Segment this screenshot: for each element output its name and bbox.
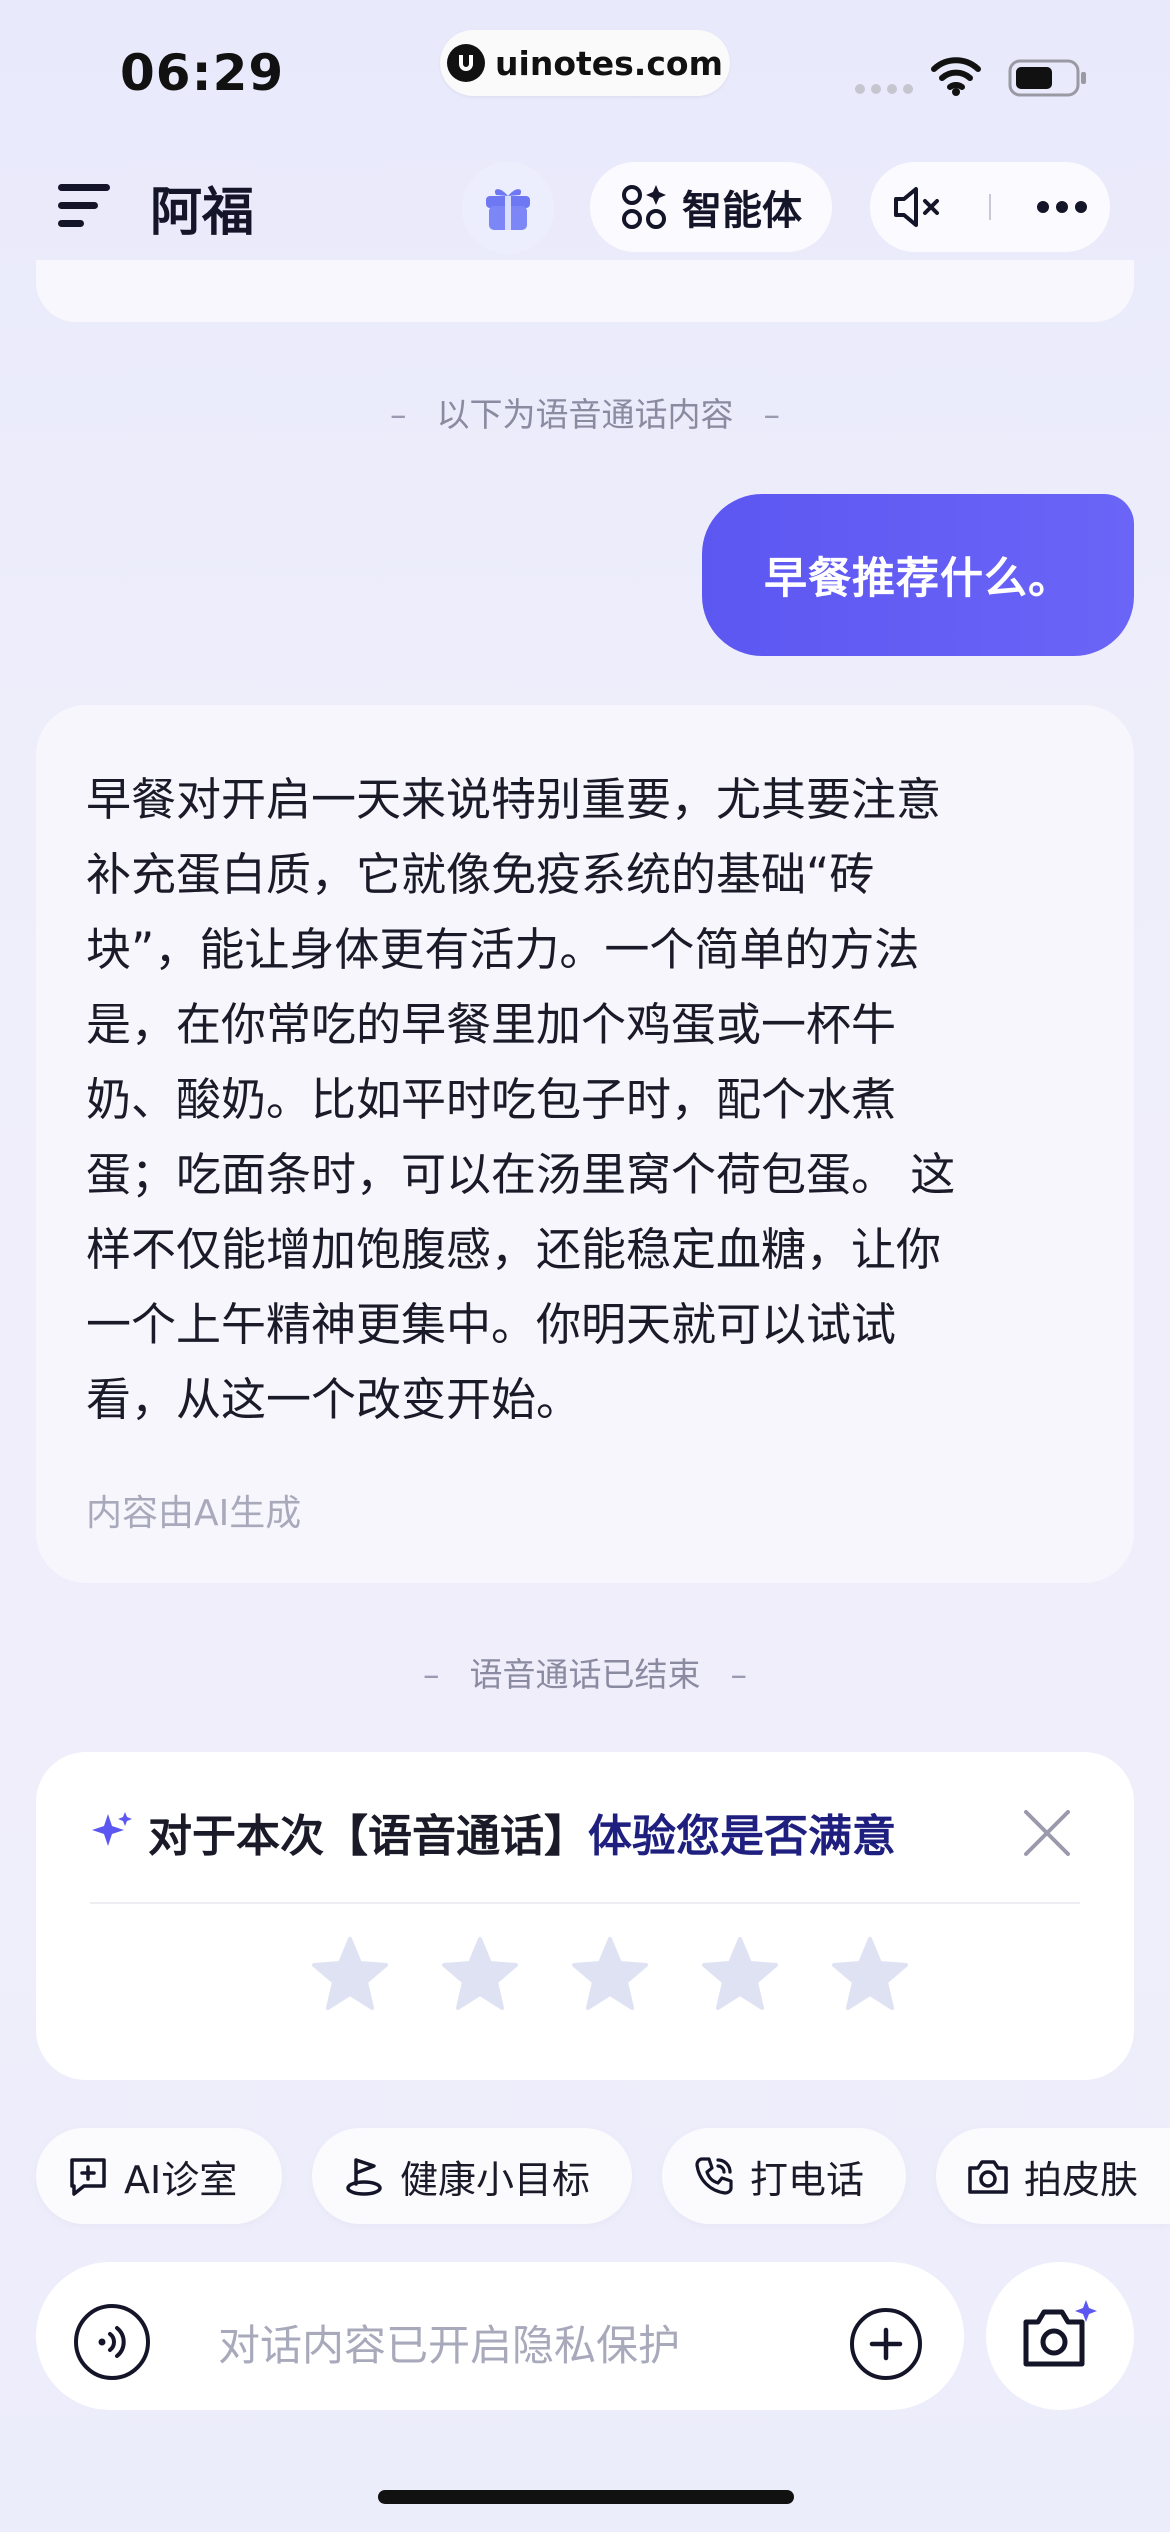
url-pill[interactable]: uinotes.com xyxy=(440,30,730,96)
battery-icon xyxy=(1008,59,1086,97)
chip-ai-clinic[interactable]: AI诊室 xyxy=(36,2128,282,2224)
previous-message-card xyxy=(36,260,1134,322)
chat-plus-icon xyxy=(70,2158,106,2196)
camera-sparkle-icon xyxy=(1023,2300,1097,2367)
speaker-mute-icon[interactable] xyxy=(892,185,944,229)
chip-skin-photo[interactable]: 拍皮肤 xyxy=(936,2128,1170,2224)
star-icon[interactable] xyxy=(700,1934,780,2014)
rating-title-part1: 对于本次【语音通话】 xyxy=(148,1811,588,1862)
gift-button[interactable] xyxy=(462,162,554,254)
agent-button-label: 智能体 xyxy=(682,188,802,234)
rating-title: 对于本次【语音通话】 体验您是否满意 xyxy=(90,1800,896,1864)
star-icon[interactable] xyxy=(440,1934,520,2014)
controls-separator xyxy=(988,194,991,220)
cellular-signal-icon xyxy=(855,84,913,94)
home-indicator xyxy=(378,2490,794,2504)
voice-start-note: – 以下为语音通话内容 – xyxy=(390,395,780,434)
ai-message-text[interactable]: 早餐对开启一天来说特别重要，尤其要注意 补充蛋白质，它就像免疫系统的基础“砖 块… xyxy=(86,762,1086,1437)
agent-button[interactable]: 智能体 xyxy=(590,162,832,252)
ai-line: 奶、酸奶。比如平时吃包子时，配个水煮 xyxy=(86,1073,897,1126)
voice-end-text: 语音通话已结束 xyxy=(469,1655,701,1694)
wifi-icon xyxy=(931,57,981,96)
ai-generated-note: 内容由AI生成 xyxy=(86,1493,302,1534)
chip-call[interactable]: 打电话 xyxy=(662,2128,906,2224)
chip-health-goal[interactable]: 健康小目标 xyxy=(312,2128,632,2224)
camera-button[interactable] xyxy=(986,2262,1134,2410)
agent-grid-icon xyxy=(622,185,666,229)
star-icon[interactable] xyxy=(570,1934,650,2014)
chip-label: 打电话 xyxy=(750,2157,865,2202)
site-logo-icon xyxy=(447,44,486,82)
status-time: 06:29 xyxy=(120,44,285,102)
message-input-placeholder[interactable]: 对话内容已开启隐私保护 xyxy=(218,2312,680,2373)
star-rating xyxy=(310,1934,910,2014)
ai-line: 早餐对开启一天来说特别重要，尤其要注意 xyxy=(86,773,942,826)
chip-label: AI诊室 xyxy=(124,2157,238,2202)
chip-label: 拍皮肤 xyxy=(1024,2157,1139,2202)
ai-line: 块”，能让身体更有活力。一个简单的方法 xyxy=(86,923,920,976)
ai-line: 蛋；吃面条时，可以在汤里窝个荷包蛋。 这 xyxy=(86,1148,956,1201)
ai-line: 样不仅能增加饱腹感，还能稳定血糖，让你 xyxy=(86,1223,942,1276)
ai-line: 一个上午精神更集中。你明天就可以试试 xyxy=(86,1298,897,1351)
ai-line: 是，在你常吃的早餐里加个鸡蛋或一杯牛 xyxy=(86,998,897,1051)
star-icon[interactable] xyxy=(310,1934,390,2014)
more-icon[interactable] xyxy=(1036,200,1088,214)
sparkle-icon xyxy=(92,1812,132,1846)
app-title: 阿福 xyxy=(150,183,255,243)
close-icon[interactable] xyxy=(1018,1804,1076,1862)
header-controls xyxy=(870,162,1110,252)
ai-line: 看，从这一个改变开始。 xyxy=(86,1373,582,1426)
voice-start-text: 以下为语音通话内容 xyxy=(436,395,734,434)
chip-label: 健康小目标 xyxy=(400,2157,591,2202)
star-icon[interactable] xyxy=(830,1934,910,2014)
flag-icon xyxy=(346,2158,382,2196)
phone-icon xyxy=(695,2157,733,2195)
rating-title-part2: 体验您是否满意 xyxy=(588,1811,896,1862)
user-message-bubble: 早餐推荐什么。 xyxy=(702,494,1134,656)
add-icon[interactable] xyxy=(848,2306,924,2382)
menu-icon[interactable] xyxy=(58,184,110,228)
voice-end-note: – 语音通话已结束 – xyxy=(423,1655,747,1694)
url-text: uinotes.com xyxy=(495,43,723,83)
camera-icon xyxy=(968,2160,1008,2194)
voice-wave-icon[interactable] xyxy=(72,2302,152,2382)
gift-icon xyxy=(486,189,530,230)
rating-divider xyxy=(90,1902,1080,1904)
ai-line: 补充蛋白质，它就像免疫系统的基础“砖 xyxy=(86,848,875,901)
user-message-text: 早餐推荐什么。 xyxy=(764,554,1072,604)
